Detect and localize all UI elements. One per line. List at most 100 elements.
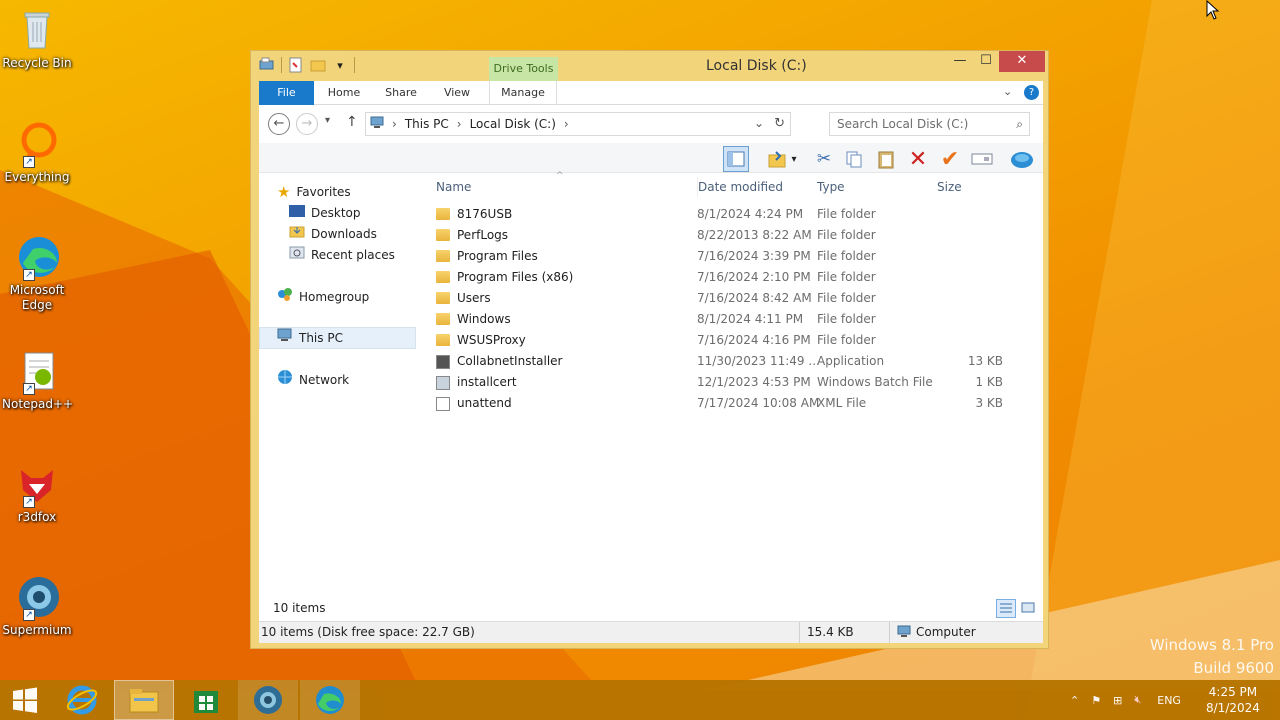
copy-icon[interactable] [841,146,867,172]
file-type: File folder [817,249,876,263]
file-row[interactable]: CollabnetInstaller 11/30/2023 11:49 ... Ap… [434,351,1024,372]
column-header-size[interactable]: Size [937,177,1012,197]
file-date-modified: 7/16/2024 8:42 AM [697,291,812,305]
customize-chevron-down-icon[interactable]: ▾ [332,57,348,73]
action-center-flag-icon[interactable]: ⚑ [1091,694,1101,707]
desktop-icon-recycle-bin[interactable]: Recycle Bin [2,6,72,71]
expand-ribbon-chevron-icon[interactable]: ⌄ [1003,85,1012,98]
globe-network-icon[interactable] [1009,146,1035,172]
file-row[interactable]: 8176USB 8/1/2024 4:24 PM File folder [434,204,1024,225]
taskbar-file-explorer[interactable] [114,680,174,720]
start-button[interactable] [0,680,50,720]
desktop-icon-label: Everything [4,170,70,184]
maximize-button[interactable]: ☐ [971,51,1001,72]
paste-icon[interactable] [873,146,899,172]
chevron-down-icon[interactable]: ▾ [787,146,801,172]
supermium-icon: ↗ [13,573,61,621]
help-icon[interactable]: ? [1024,85,1039,100]
file-type: Windows Batch File [817,375,933,389]
system-tray: ⌃ ⚑ ⊞ 🔇︎ ENG [1070,680,1181,720]
address-dropdown-chevron-icon[interactable]: ⌄ [754,116,764,130]
desktop-icon-everything[interactable]: ↗ Everything [2,120,72,185]
navigation-pane: ★ Favorites Desktop Downloads Recent pla… [259,173,419,597]
taskbar-store[interactable] [176,680,236,720]
column-header-date-modified[interactable]: Date modified [697,177,812,197]
new-folder-icon[interactable] [310,57,326,73]
details-view-icon[interactable] [996,599,1016,618]
properties-check-icon[interactable]: ✔ [937,146,963,172]
tab-share[interactable]: Share [376,81,426,105]
quick-toolbar: ▾ ✂ ✕ ✔ [259,143,1043,173]
folder-icon [436,334,450,346]
clock[interactable]: 4:25 PM 8/1/2024 [1206,680,1260,720]
file-name: 8176USB [457,207,513,221]
nav-network[interactable]: Network [277,370,349,391]
forward-button[interactable]: → [296,113,318,135]
properties-icon[interactable] [288,57,304,73]
file-date-modified: 7/16/2024 3:39 PM [697,249,811,263]
file-date-modified: 7/17/2024 10:08 AM [697,396,820,410]
file-row[interactable]: unattend 7/17/2024 10:08 AM XML File 3 KB [434,393,1024,414]
file-row[interactable]: PerfLogs 8/22/2013 8:22 AM File folder [434,225,1024,246]
desktop-icon-notepad-plus-plus[interactable]: ↗ Notepad++ [2,347,73,412]
column-header-type[interactable]: Type [817,177,932,197]
file-size: 3 KB [975,396,1003,410]
recent-locations-chevron-icon[interactable]: ▾ [325,115,330,126]
recycle-bin-icon [13,6,61,54]
close-button[interactable]: ✕ [999,51,1045,72]
taskbar-supermium[interactable] [238,680,298,720]
desktop-icon-r3dfox[interactable]: ↗ r3dfox [2,460,72,525]
back-button[interactable]: ← [268,113,290,135]
desktop-icon [289,203,305,224]
search-input[interactable]: Search Local Disk (C:) ⌕ [829,112,1030,136]
nav-label: Network [299,373,350,387]
nav-this-pc[interactable]: This PC [277,328,343,349]
breadcrumb-this-pc[interactable]: This PC [405,117,449,131]
breadcrumb-separator-icon[interactable]: › [457,117,462,131]
nav-label: This PC [299,331,343,345]
nav-desktop[interactable]: Desktop [289,203,361,224]
delete-icon[interactable]: ✕ [905,146,931,172]
file-row[interactable]: installcert 12/1/2023 4:53 PM Windows Batc… [434,372,1024,393]
nav-homegroup[interactable]: Homegroup [277,287,369,308]
status-divider [799,622,800,643]
up-button[interactable]: ↑ [346,114,358,130]
large-icons-view-icon[interactable] [1019,599,1039,618]
tab-manage[interactable]: Manage [489,81,557,105]
nav-favorites[interactable]: ★ Favorites [277,182,351,203]
tab-home[interactable]: Home [319,81,369,105]
volume-muted-icon[interactable]: 🔇︎ [1134,693,1141,707]
network-status-icon[interactable]: ⊞ [1113,694,1122,707]
file-date-modified: 7/16/2024 2:10 PM [697,270,811,284]
cut-icon[interactable]: ✂ [811,146,837,172]
column-header-name[interactable]: Name [436,177,686,197]
desktop-icon-microsoft-edge[interactable]: ↗ Microsoft Edge [2,233,72,313]
show-hidden-icons-chevron-icon[interactable]: ⌃ [1070,694,1079,707]
breadcrumb-local-disk[interactable]: Local Disk (C:) [470,117,556,131]
status-size: 15.4 KB [807,625,854,639]
rename-icon[interactable] [969,146,995,172]
file-row[interactable]: WSUSProxy 7/16/2024 4:16 PM File folder [434,330,1024,351]
title-bar[interactable]: ▾ Drive Tools Local Disk (C:) — ☐ ✕ [251,51,1048,81]
file-row[interactable]: Program Files 7/16/2024 3:39 PM File folde… [434,246,1024,267]
search-icon: ⌕ [1016,117,1023,131]
tab-view[interactable]: View [432,81,482,105]
file-row[interactable]: Users 7/16/2024 8:42 AM File folder [434,288,1024,309]
preview-pane-icon[interactable] [723,146,749,172]
desktop-icon-supermium[interactable]: ↗ Supermium [2,573,72,638]
address-bar[interactable]: › This PC › Local Disk (C:) › ⌄ ↻ [365,112,791,136]
nav-downloads[interactable]: Downloads [289,224,377,245]
language-indicator[interactable]: ENG [1157,694,1181,707]
file-row[interactable]: Windows 8/1/2024 4:11 PM File folder [434,309,1024,330]
folder-icon [436,250,450,262]
nav-recent-places[interactable]: Recent places [289,245,395,266]
taskbar-internet-explorer[interactable] [52,680,112,720]
taskbar-edge[interactable] [300,680,360,720]
file-row[interactable]: Program Files (x86) 7/16/2024 2:10 PM File… [434,267,1024,288]
breadcrumb-separator-icon[interactable]: › [564,117,569,131]
breadcrumb-separator-icon: › [392,117,397,131]
tab-file[interactable]: File [259,81,314,105]
everything-icon: ↗ [13,120,61,168]
refresh-icon[interactable]: ↻ [774,116,785,131]
drive-icon[interactable] [259,57,275,73]
